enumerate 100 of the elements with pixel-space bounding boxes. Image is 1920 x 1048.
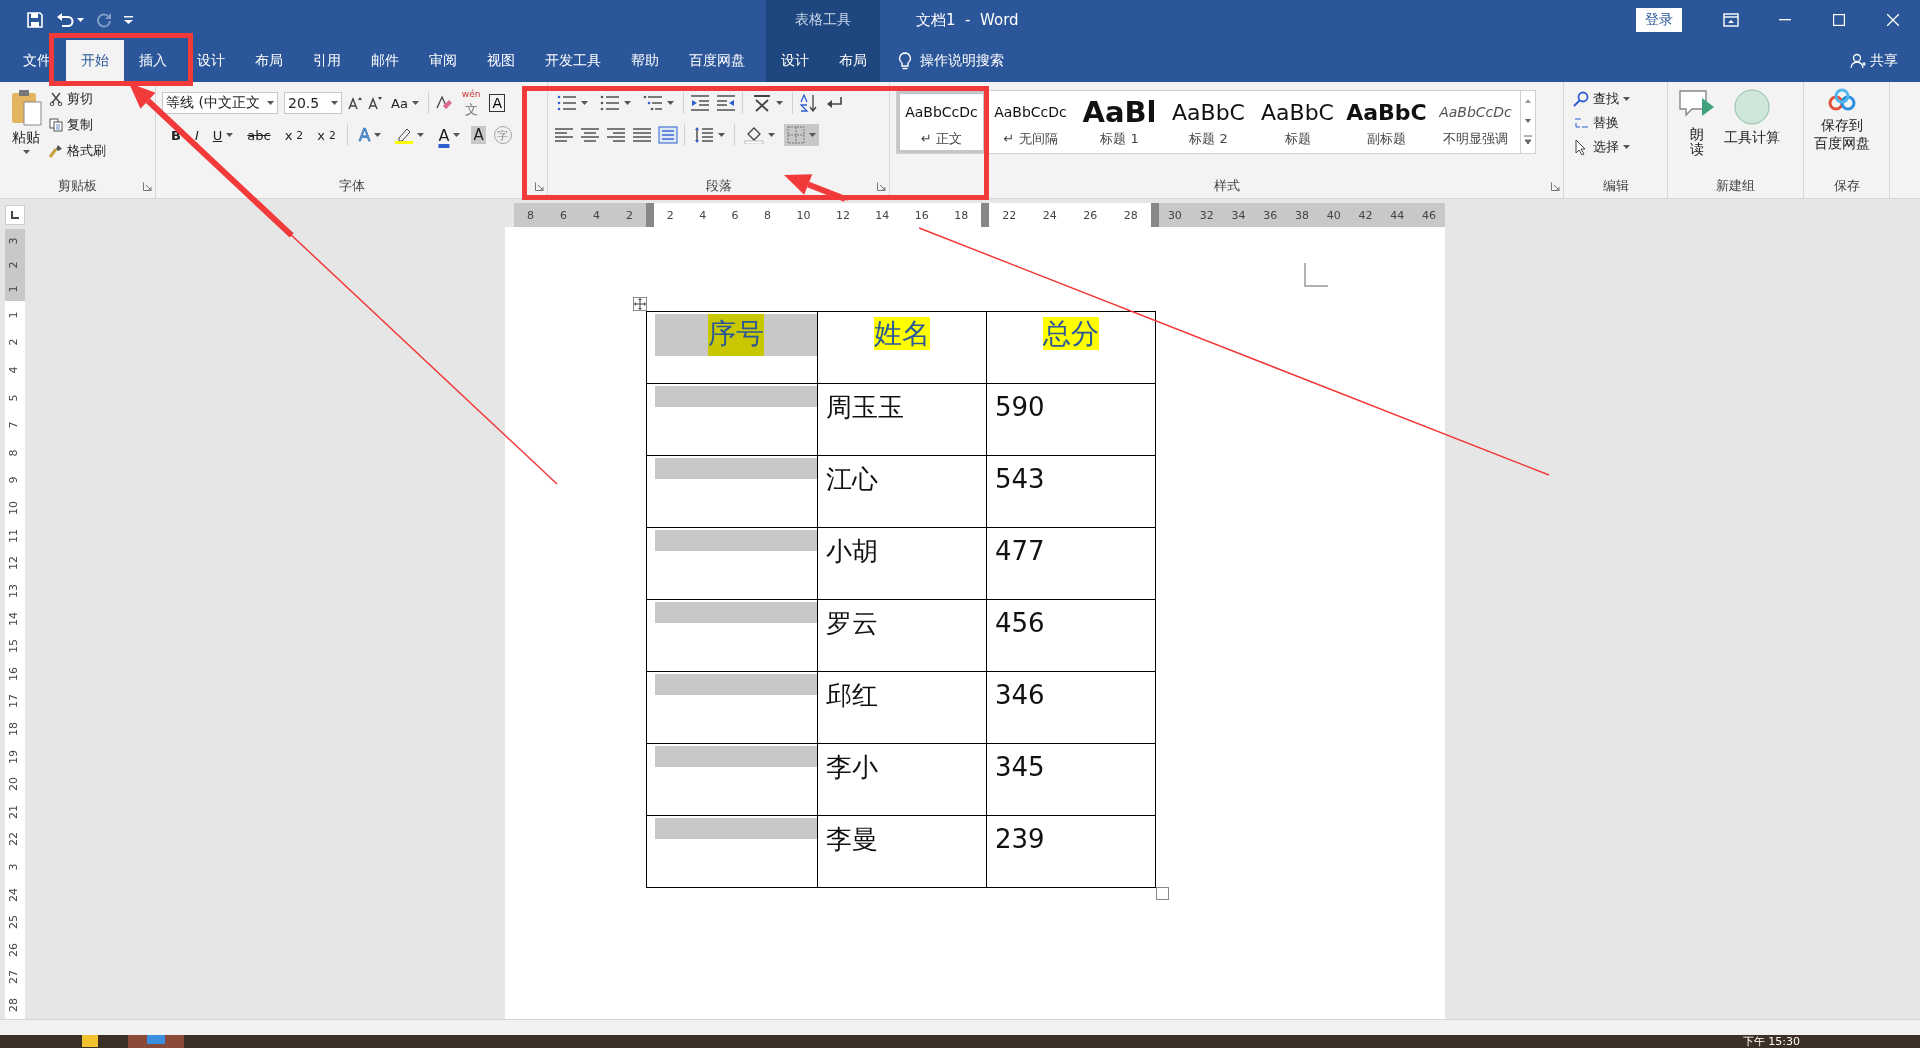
phonetic-guide-button[interactable]: wén 文 [458,88,484,118]
ruler-number: 2 [666,208,674,222]
ribbon-tab[interactable]: 插入 [124,40,182,82]
group-label: 字体 [338,177,365,195]
sign-in-button[interactable]: 登录 [1636,8,1682,32]
character-shading-button[interactable]: A [471,126,486,144]
share-button[interactable]: 共享 [1844,51,1904,71]
ruler-number: 36 [1263,208,1278,222]
ribbon-tab[interactable]: 设计 [766,40,824,82]
header-text: 序号 [708,314,764,356]
format-painter-button[interactable]: 格式刷 [46,140,109,162]
table-cell-text: 李小 [825,751,879,784]
group-label: 保存 [1833,177,1860,195]
window-title: 文档1 - Word [916,10,1019,30]
ruler-number: 24 [1042,208,1057,222]
italic-button[interactable]: I [191,125,202,145]
ruler-number: 26 [1083,208,1098,222]
find-button[interactable]: 查找 [1570,88,1633,110]
ribbon-tab[interactable]: 百度网盘 [674,40,760,82]
ribbon-tab[interactable]: 设计 [182,40,240,82]
ribbon-tab[interactable]: 帮助 [616,40,674,82]
ruler-number: 19 [8,748,21,766]
ruler-number: 42 [1358,208,1373,222]
ruler-number: 22 [8,831,21,849]
ribbon-tab[interactable]: 审阅 [414,40,472,82]
ruler-number: 46 [1422,208,1436,222]
tool-calculate-button[interactable]: 工具计算 [1720,88,1784,147]
table-cell-text: 346 [994,679,1046,712]
read-aloud-button[interactable]: 朗读 [1674,88,1720,158]
ribbon-tab[interactable]: 开发工具 [530,40,616,82]
ribbon-tab[interactable]: 文件 [8,40,66,82]
table-cell-text: 543 [994,463,1046,496]
header-text: 总分 [1043,317,1099,350]
ruler-number: 27 [8,969,21,987]
ruler-number: 16 [8,665,21,683]
ruler-number: 12 [8,555,21,573]
cut-button[interactable]: 剪切 [46,88,109,110]
tell-me-search[interactable]: 操作说明搜索 [920,52,1004,70]
ruler-number: 1 [8,284,21,295]
ruler-number: 2 [8,260,21,271]
context-group-title: 表格工具 [795,11,851,29]
table-cell-text: 小胡 [825,535,879,568]
table-cell-text: 周玉玉 [825,391,905,424]
ruler-number: 6 [731,208,739,222]
group-label: 编辑 [1602,177,1629,195]
table-cell-text: 239 [994,823,1046,856]
strikethrough-button[interactable]: abc [244,125,274,145]
table-cell-text: 345 [994,751,1046,784]
ruler-number: 21 [8,803,21,821]
font-size-field[interactable]: 20.5 [284,92,342,114]
ribbon-tab[interactable]: 邮件 [356,40,414,82]
ruler-number: 30 [1167,208,1182,222]
ruler-number: 4 [699,208,707,222]
ruler-number: 15 [8,638,21,656]
copy-button[interactable]: 复制 [46,114,109,136]
ruler-number: 9 [8,475,21,486]
ruler-number: 5 [8,393,21,404]
ruler-number: 16 [914,208,929,222]
table-cell-text: 李曼 [825,823,879,856]
taskbar-clock: 下午 15:30 [1742,1035,1800,1048]
save-to-cloud-button[interactable]: 保存到 百度网盘 [1810,88,1874,152]
font-name-field[interactable]: 等线 (中文正文 [162,92,278,114]
ruler-number: 8 [764,208,772,222]
table-cell-text: 江心 [825,463,879,496]
table-cell-text: 罗云 [825,607,879,640]
ruler-number: 26 [8,941,21,959]
ruler-number: 8 [8,448,21,459]
ruler-number: 14 [8,610,21,628]
ruler-number: 3 [8,236,21,247]
ruler-number: 10 [796,208,811,222]
replace-button[interactable]: 替换 [1570,112,1633,134]
ruler-number: 18 [954,208,969,222]
ribbon-tab[interactable]: 视图 [472,40,530,82]
ruler-number: 2 [8,337,21,348]
table-cell-text: 邱红 [825,679,879,712]
paste-button[interactable]: 粘贴 [6,88,46,154]
group-label: 段落 [705,177,732,195]
table-cell-text: 590 [994,391,1046,424]
ruler-number: 22 [1002,208,1017,222]
ribbon-tab[interactable]: 引用 [298,40,356,82]
ribbon-tab[interactable]: 开始 [66,40,124,82]
header-text: 姓名 [874,317,930,350]
ruler-number: 24 [8,886,21,904]
ruler-number: 28 [8,997,21,1015]
ribbon-tab[interactable]: 布局 [240,40,298,82]
character-border-button[interactable]: A [489,94,506,112]
ribbon-tab[interactable]: 布局 [824,40,882,82]
ruler-number: 10 [8,500,21,518]
ruler-number: 28 [1123,208,1138,222]
table-cell-text: 456 [994,607,1046,640]
ruler-number: 7 [8,420,21,431]
change-case-button[interactable]: Aa [388,93,422,113]
ruler-number: 38 [1294,208,1309,222]
ruler-number: 18 [8,720,21,738]
ruler-number: 13 [8,582,21,600]
ruler-number: 32 [1199,208,1214,222]
underline-button[interactable]: U [209,125,237,145]
select-button[interactable]: 选择 [1570,136,1633,158]
style-gallery-item[interactable]: AaBbCcDc ↵ 正文 [897,91,986,153]
font-color-button[interactable]: A [435,123,464,147]
